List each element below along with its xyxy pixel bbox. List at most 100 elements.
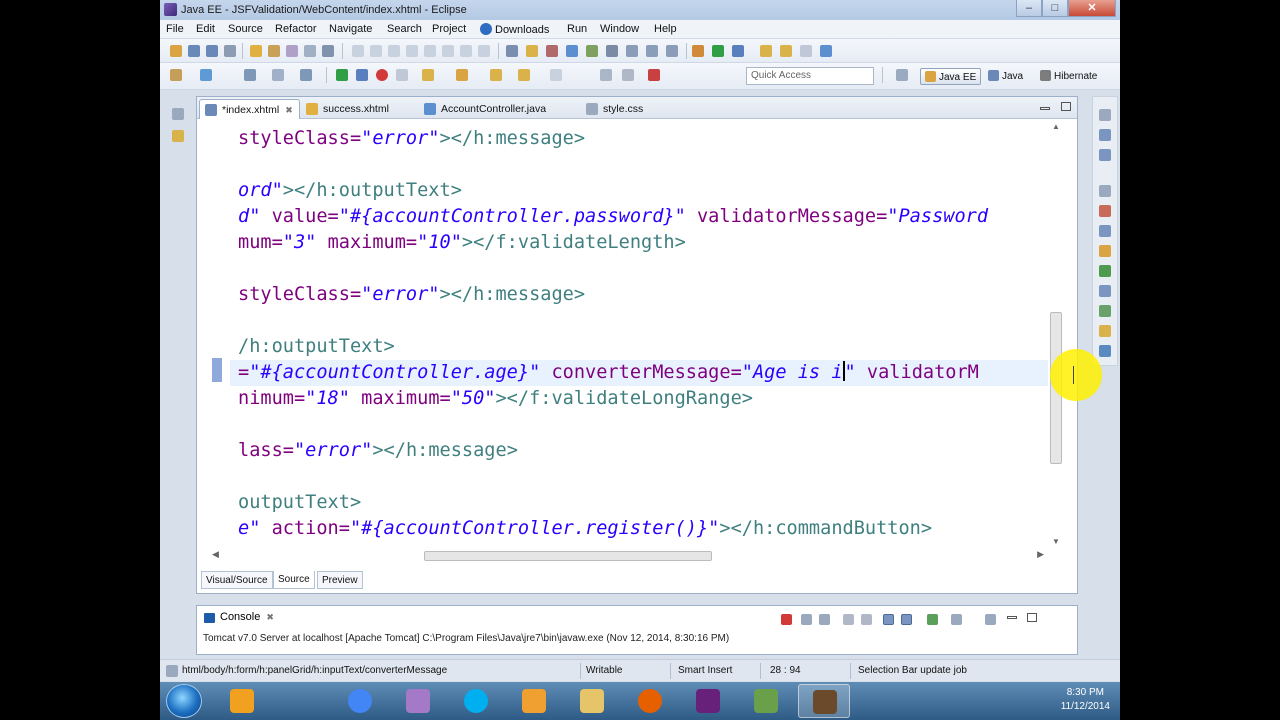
- menu-refactor[interactable]: Refactor: [275, 23, 317, 35]
- gear-icon[interactable]: [272, 69, 284, 81]
- next-annotation-icon[interactable]: [550, 69, 562, 81]
- terminate-icon[interactable]: [781, 614, 792, 625]
- search-icon[interactable]: [286, 45, 298, 57]
- scroll-right-icon[interactable]: ▶: [1037, 549, 1044, 560]
- taskbar-outlook[interactable]: [508, 684, 560, 718]
- step-return-icon[interactable]: [478, 45, 490, 57]
- fast-view-icon[interactable]: [166, 665, 178, 677]
- new-server-icon[interactable]: [606, 45, 618, 57]
- new-folder-icon[interactable]: [780, 45, 792, 57]
- menu-source[interactable]: Source: [228, 23, 263, 35]
- new-wizard-icon[interactable]: [170, 69, 182, 81]
- suspend-icon[interactable]: [388, 45, 400, 57]
- properties-icon[interactable]: [1099, 225, 1111, 237]
- data-source-icon[interactable]: [1099, 285, 1111, 297]
- debug-icon[interactable]: [732, 45, 744, 57]
- outline-icon[interactable]: [1099, 129, 1111, 141]
- maximize-view-icon[interactable]: [1061, 102, 1071, 111]
- annotation-icon[interactable]: [304, 45, 316, 57]
- close-icon[interactable]: ✖: [285, 105, 293, 115]
- disconnect-icon[interactable]: [424, 45, 436, 57]
- vertical-scrollbar[interactable]: ▲ ▼: [1048, 120, 1065, 548]
- nav-icon[interactable]: [820, 45, 832, 57]
- tab-console[interactable]: Console ✖: [201, 609, 278, 627]
- open-folder-icon[interactable]: [760, 45, 772, 57]
- skip-breakpoints-icon[interactable]: [352, 45, 364, 57]
- minimize-view-icon[interactable]: [1007, 616, 1017, 619]
- start-button[interactable]: [166, 684, 202, 718]
- snippets-icon[interactable]: [1099, 245, 1111, 257]
- horizontal-scroll-thumb[interactable]: [424, 551, 712, 561]
- menu-navigate[interactable]: Navigate: [329, 23, 372, 35]
- new-annotation-icon[interactable]: [666, 45, 678, 57]
- taskbar-clock[interactable]: 8:30 PM 11/12/2014: [1061, 686, 1110, 714]
- debug-server-icon[interactable]: [356, 69, 368, 81]
- jar-icon[interactable]: [300, 69, 312, 81]
- open-console-icon[interactable]: [506, 45, 518, 57]
- new-interface-icon[interactable]: [626, 45, 638, 57]
- tab-source[interactable]: Source: [273, 571, 315, 589]
- bulb-icon[interactable]: [1099, 325, 1111, 337]
- menu-help[interactable]: Help: [654, 23, 677, 35]
- scroll-down-icon[interactable]: ▼: [1052, 537, 1060, 546]
- close-button[interactable]: ✕: [1068, 0, 1116, 17]
- menu-downloads[interactable]: Downloads: [480, 23, 549, 36]
- browser-icon[interactable]: [800, 45, 812, 57]
- toggle-mark-icon[interactable]: [322, 45, 334, 57]
- palette-icon[interactable]: [1099, 205, 1111, 217]
- menu-window[interactable]: Window: [600, 23, 639, 35]
- menu-run[interactable]: Run: [567, 23, 587, 35]
- pin-console-icon[interactable]: [927, 614, 938, 625]
- perspective-java-ee[interactable]: Java EE: [920, 68, 982, 85]
- quick-access-input[interactable]: Quick Access: [746, 67, 874, 85]
- taskbar-visual-studio[interactable]: [682, 684, 734, 718]
- terminate-icon[interactable]: [406, 45, 418, 57]
- forward-icon[interactable]: [518, 69, 530, 81]
- pin-icon[interactable]: [600, 69, 612, 81]
- markers-icon[interactable]: [1099, 305, 1111, 317]
- show-stderr-icon[interactable]: [901, 614, 912, 625]
- new-enum-icon[interactable]: [646, 45, 658, 57]
- task-list-icon[interactable]: [1099, 149, 1111, 161]
- new-class-icon[interactable]: [566, 45, 578, 57]
- scroll-up-icon[interactable]: ▲: [1052, 122, 1060, 131]
- link-icon[interactable]: [648, 69, 660, 81]
- wizard-icon[interactable]: [526, 45, 538, 57]
- wand-icon[interactable]: [622, 69, 634, 81]
- resume-icon[interactable]: [370, 45, 382, 57]
- print-icon[interactable]: [224, 45, 236, 57]
- console-trim-icon[interactable]: [1099, 345, 1111, 357]
- step-into-icon[interactable]: [442, 45, 454, 57]
- open-type-icon[interactable]: [250, 45, 262, 57]
- horizontal-scrollbar[interactable]: ◀ ▶: [208, 548, 1048, 564]
- servers-icon[interactable]: [1099, 265, 1111, 277]
- refactor-icon[interactable]: [546, 45, 558, 57]
- globe-icon[interactable]: [244, 69, 256, 81]
- taskbar-firefox[interactable]: [624, 684, 676, 718]
- tab-index-xhtml[interactable]: *index.xhtml ✖: [199, 99, 300, 119]
- external-tools-icon[interactable]: [692, 45, 704, 57]
- restart-icon[interactable]: [396, 69, 408, 81]
- taskbar-media-player[interactable]: [216, 684, 268, 718]
- open-task-icon[interactable]: [268, 45, 280, 57]
- tab-visual-source[interactable]: Visual/Source: [201, 571, 273, 589]
- scroll-left-icon[interactable]: ◀: [212, 549, 219, 560]
- tab-success-xhtml[interactable]: success.xhtml: [301, 99, 395, 119]
- run-server-icon[interactable]: [336, 69, 348, 81]
- minimize-view-icon[interactable]: [1040, 107, 1050, 110]
- tab-accountcontroller-java[interactable]: AccountController.java: [419, 99, 552, 119]
- project-explorer-icon[interactable]: [172, 130, 184, 142]
- save-all-icon[interactable]: [206, 45, 218, 57]
- back-icon[interactable]: [490, 69, 502, 81]
- maximize-button[interactable]: □: [1042, 0, 1068, 17]
- save-icon[interactable]: [188, 45, 200, 57]
- restore-icon[interactable]: [172, 108, 184, 120]
- taskbar-paint[interactable]: [392, 684, 444, 718]
- menu-project[interactable]: Project: [432, 23, 466, 35]
- remove-launch-icon[interactable]: [801, 614, 812, 625]
- display-console-icon[interactable]: [951, 614, 962, 625]
- clear-console-icon[interactable]: [843, 614, 854, 625]
- code-editor[interactable]: styleClass="error"></h:message> ord"></h…: [208, 120, 1048, 548]
- maximize-view-icon[interactable]: [1027, 613, 1037, 622]
- restore-icon[interactable]: [1099, 185, 1111, 197]
